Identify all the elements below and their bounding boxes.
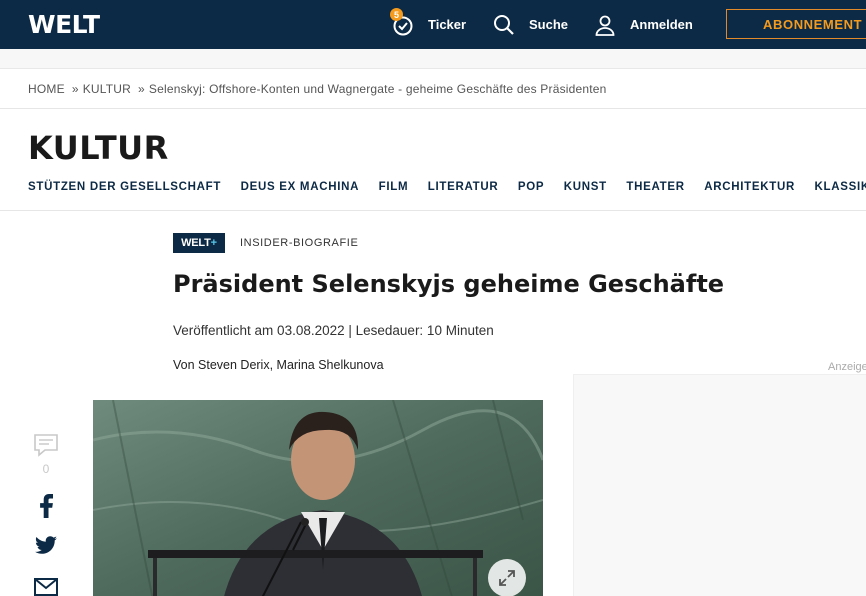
- subnav-item-architektur[interactable]: ARCHITEKTUR: [704, 181, 795, 193]
- breadcrumb-kultur[interactable]: KULTUR: [83, 82, 131, 96]
- article-meta: Veröffentlicht am 03.08.2022 | Lesedauer…: [173, 323, 494, 338]
- welt-plus-sign: +: [210, 237, 217, 249]
- ad-label: Anzeige: [828, 361, 866, 373]
- subscribe-button[interactable]: ABONNEMENT: [726, 9, 866, 39]
- section-title[interactable]: KULTUR: [28, 129, 169, 167]
- header-strip: [0, 49, 866, 69]
- mail-share-button[interactable]: [33, 578, 59, 596]
- subnav-item-klassik[interactable]: KLASSIK: [814, 181, 866, 193]
- subnav-item-stuetzen[interactable]: STÜTZEN DER GESELLSCHAFT: [28, 181, 221, 193]
- facebook-icon: [40, 494, 53, 518]
- divider: [0, 210, 866, 211]
- comment-icon: [34, 434, 58, 457]
- ticker-label: Ticker: [428, 17, 467, 32]
- section-subnav: STÜTZEN DER GESELLSCHAFT DEUS EX MACHINA…: [28, 181, 866, 193]
- article-kicker: INSIDER-BIOGRAFIE: [240, 237, 359, 249]
- article-hero-image[interactable]: [93, 400, 543, 596]
- comment-button[interactable]: [33, 432, 59, 458]
- breadcrumb: HOME» KULTUR» Selenskyj: Offshore-Konten u…: [28, 82, 607, 96]
- user-icon: [595, 15, 615, 36]
- welt-logo[interactable]: WELT: [28, 10, 100, 39]
- top-navigation-bar: WELT 5 Ticker Suche Anmelden ABONNEMENT: [0, 0, 866, 49]
- facebook-share-button[interactable]: [33, 492, 59, 518]
- ad-placeholder[interactable]: [573, 374, 866, 596]
- expand-image-button[interactable]: [488, 559, 526, 596]
- breadcrumb-separator: »: [138, 82, 145, 96]
- hero-photo: [93, 400, 543, 596]
- comment-count: 0: [42, 462, 50, 476]
- login-button[interactable]: Anmelden: [594, 0, 693, 49]
- subnav-item-theater[interactable]: THEATER: [626, 181, 684, 193]
- breadcrumb-separator: »: [71, 82, 79, 96]
- breadcrumb-home[interactable]: HOME: [28, 82, 65, 96]
- breadcrumb-current: Selenskyj: Offshore-Konten und Wagnergat…: [148, 82, 607, 96]
- search-icon: [494, 14, 514, 35]
- welt-plus-text: WELT: [181, 237, 211, 249]
- subnav-item-literatur[interactable]: LITERATUR: [428, 181, 499, 193]
- subnav-item-film[interactable]: FILM: [379, 181, 409, 193]
- mail-icon: [34, 578, 58, 596]
- article-headline: Präsident Selenskyjs geheime Geschäfte: [173, 270, 725, 298]
- twitter-icon: [35, 536, 57, 554]
- twitter-share-button[interactable]: [33, 536, 59, 556]
- search-label: Suche: [529, 17, 569, 32]
- subnav-item-pop[interactable]: POP: [518, 181, 544, 193]
- divider: [0, 108, 866, 109]
- search-button[interactable]: Suche: [493, 0, 568, 49]
- login-label: Anmelden: [630, 17, 693, 32]
- subnav-item-kunst[interactable]: KUNST: [564, 181, 607, 193]
- expand-icon: [499, 570, 515, 586]
- welt-plus-badge: WELT +: [173, 233, 225, 253]
- ticker-badge: 5: [390, 8, 403, 21]
- subnav-item-deus-ex-machina[interactable]: DEUS EX MACHINA: [241, 181, 359, 193]
- article-author[interactable]: Von Steven Derix, Marina Shelkunova: [173, 358, 384, 372]
- ticker-button[interactable]: 5 Ticker: [390, 0, 467, 49]
